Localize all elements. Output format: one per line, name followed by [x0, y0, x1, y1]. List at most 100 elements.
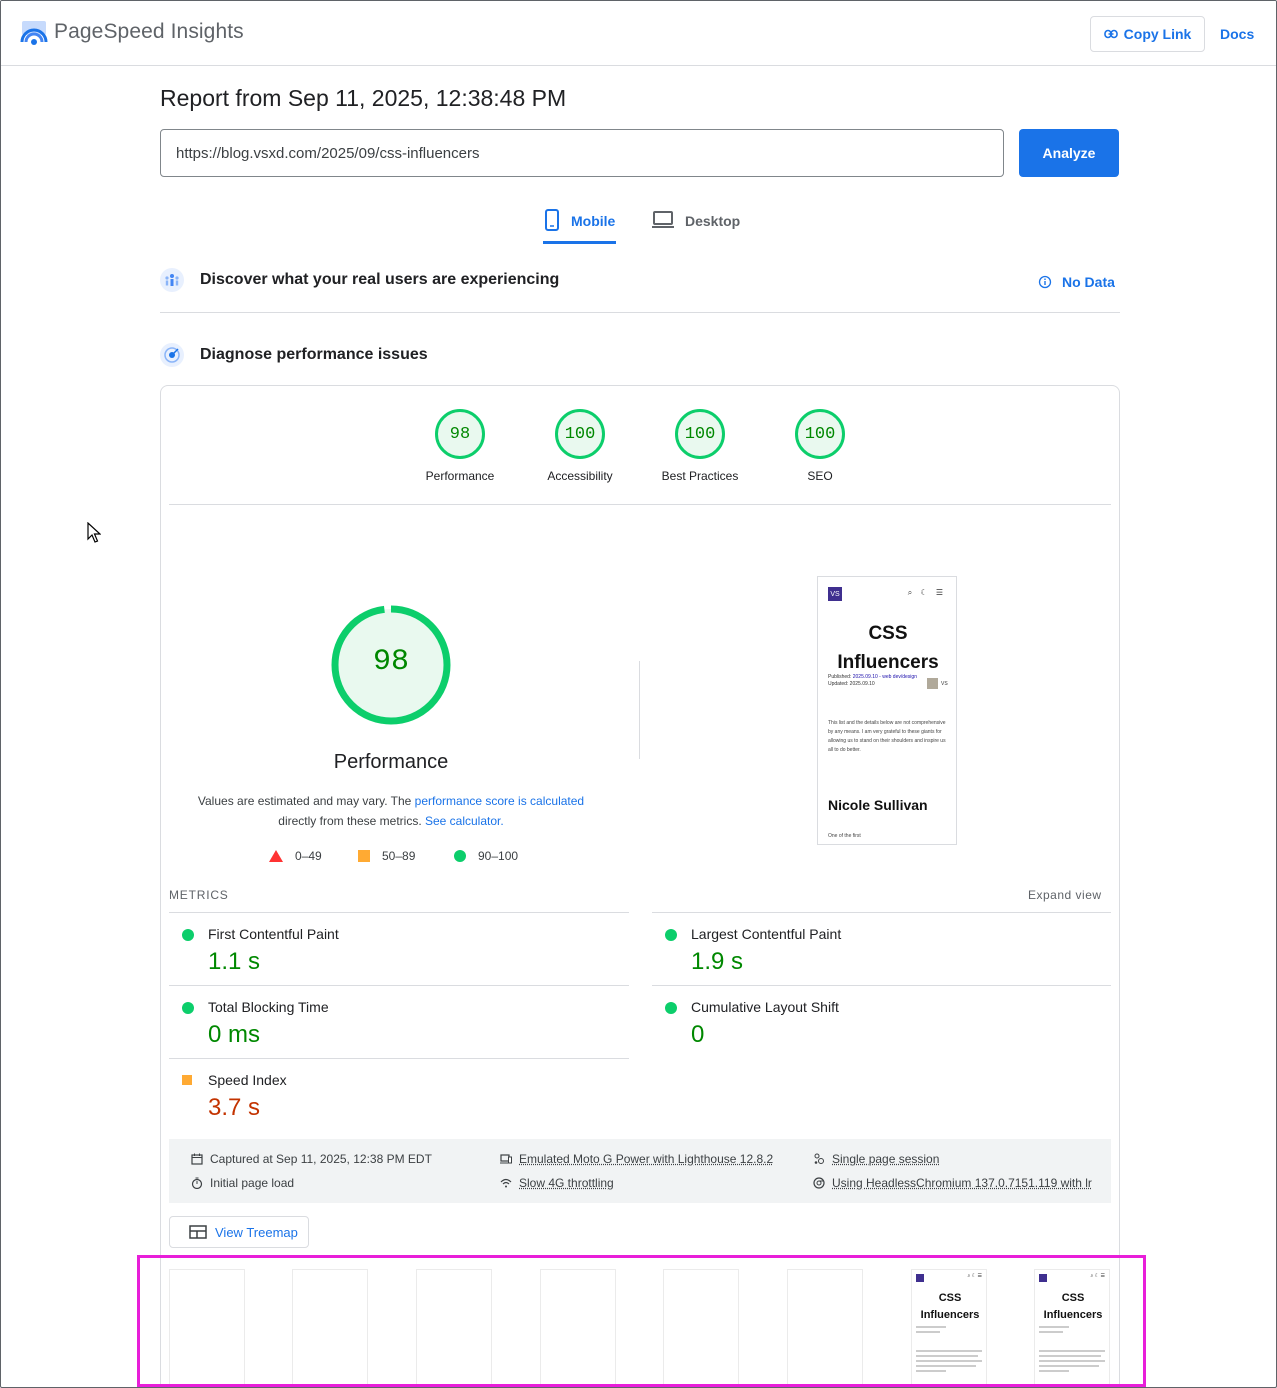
metric-value: 3.7 s — [208, 1094, 261, 1121]
info-icon — [1038, 275, 1052, 289]
gauges-divider — [169, 504, 1111, 505]
copy-link-label: Copy Link — [1123, 26, 1192, 42]
square-icon — [358, 850, 370, 862]
score-value: 100 — [675, 409, 725, 459]
final-screenshot[interactable]: VS ⌕ ☾ ☰ CSS Influencers Published: 2025… — [817, 576, 957, 845]
good-icon — [182, 929, 194, 941]
top-bar: PageSpeed Insights Copy Link Docs — [1, 1, 1276, 66]
run-browser[interactable]: Using HeadlessChromium 137.0.7151.119 wi… — [813, 1176, 1092, 1190]
no-data-label: No Data — [1062, 274, 1115, 290]
metric-name: First Contentful Paint — [208, 926, 339, 942]
good-icon — [665, 1002, 677, 1014]
vertical-divider — [639, 661, 640, 759]
score-calculated-link[interactable]: performance score is calculated — [415, 794, 584, 808]
laptop-icon — [652, 211, 674, 228]
site-meta: Published: 2025.09.10 - web dev/design U… — [828, 674, 918, 688]
average-icon — [182, 1075, 192, 1085]
tab-mobile[interactable]: Mobile — [543, 206, 616, 244]
legend-poor: 0–49 — [269, 849, 322, 863]
metric-value: 1.1 s — [208, 948, 261, 975]
view-treemap-button[interactable]: View Treemap — [169, 1216, 309, 1248]
browser-text: Using HeadlessChromium 137.0.7151.119 wi… — [832, 1176, 1092, 1190]
run-throttling[interactable]: Slow 4G throttling — [500, 1176, 614, 1190]
real-users-title: Discover what your real users are experi… — [200, 271, 560, 288]
site-toolbar-icons: ⌕ ☾ ☰ — [907, 588, 946, 597]
score-gauge-seo[interactable]: 100 SEO — [760, 409, 880, 483]
tab-desktop-label: Desktop — [685, 213, 741, 229]
expand-view-toggle[interactable]: Expand view — [1028, 888, 1102, 902]
mouse-cursor-icon — [87, 522, 101, 543]
run-emulated[interactable]: Emulated Moto G Power with Lighthouse 12… — [500, 1152, 773, 1166]
run-session[interactable]: Single page session — [813, 1152, 939, 1166]
performance-score: 98 — [372, 645, 409, 679]
timer-icon — [191, 1177, 203, 1189]
metric-divider — [652, 912, 1111, 913]
score-label: Performance — [425, 469, 495, 483]
score-value: 100 — [795, 409, 845, 459]
site-heading: Nicole Sullivan — [828, 797, 928, 813]
performance-description: Values are estimated and may vary. The p… — [191, 791, 591, 831]
treemap-label: View Treemap — [215, 1224, 298, 1240]
score-value: 98 — [435, 409, 485, 459]
filmstrip-highlight-box — [137, 1255, 1146, 1387]
author-initials: VS — [941, 681, 948, 687]
desc-text-2: directly from these metrics. — [278, 814, 425, 828]
score-gauge-accessibility[interactable]: 100 Accessibility — [520, 409, 640, 483]
legend-average: 50–89 — [358, 849, 415, 863]
device-icon — [500, 1154, 512, 1164]
metric-value: 1.9 s — [691, 948, 744, 975]
metric-name: Largest Contentful Paint — [691, 926, 842, 942]
score-label: SEO — [807, 469, 833, 483]
good-icon — [182, 1002, 194, 1014]
tab-desktop[interactable]: Desktop — [651, 206, 740, 244]
url-input[interactable] — [160, 129, 1004, 177]
updated: Updated: 2025.09.10 — [828, 681, 875, 687]
site-title: CSS Influencers — [837, 623, 939, 673]
brand-title[interactable]: PageSpeed Insights — [54, 20, 244, 44]
metrics-label: METRICS — [169, 888, 229, 902]
metric-value: 0 ms — [208, 1021, 261, 1048]
score-label: Best Practices — [661, 469, 739, 483]
session-text: Single page session — [832, 1152, 940, 1166]
treemap-icon — [189, 1225, 207, 1239]
no-data-indicator[interactable]: No Data — [1038, 274, 1115, 290]
performance-title: Performance — [333, 751, 449, 773]
legend-poor-label: 0–49 — [295, 849, 322, 863]
captured-text: Captured at Sep 11, 2025, 12:38 PM EDT — [210, 1152, 432, 1166]
real-users-section-header[interactable]: Discover what your real users are experi… — [160, 268, 559, 292]
metric-value: 0 — [691, 1021, 705, 1048]
diagnose-icon — [160, 343, 184, 367]
diagnose-section-header: Diagnose performance issues — [160, 343, 428, 367]
author-avatar — [927, 678, 938, 689]
triangle-icon — [269, 850, 283, 862]
copy-link-button[interactable]: Copy Link — [1090, 16, 1205, 52]
throttling-text: Slow 4G throttling — [519, 1176, 614, 1190]
analyze-button[interactable]: Analyze — [1019, 129, 1119, 177]
score-gauge-best-practices[interactable]: 100 Best Practices — [640, 409, 760, 483]
good-icon — [665, 929, 677, 941]
users-icon — [160, 268, 184, 292]
site-logo: VS — [828, 587, 842, 601]
desc-text: Values are estimated and may vary. The — [197, 794, 415, 808]
wifi-icon — [500, 1178, 512, 1188]
metric-divider — [652, 985, 1111, 986]
published-label: Published: — [828, 674, 853, 680]
category: - web dev/design — [877, 674, 917, 680]
calendar-icon — [191, 1153, 203, 1165]
chrome-icon — [813, 1177, 825, 1189]
see-calculator-link[interactable]: See calculator. — [425, 814, 504, 828]
score-value: 100 — [555, 409, 605, 459]
metric-divider — [169, 1058, 629, 1059]
pagespeed-logo-icon[interactable] — [20, 20, 48, 46]
score-gauge-performance[interactable]: 98 Performance — [400, 409, 520, 483]
link-icon — [1103, 29, 1118, 39]
score-label: Accessibility — [547, 469, 613, 483]
report-title: Report from Sep 11, 2025, 12:38:48 PM — [160, 85, 567, 111]
tab-mobile-label: Mobile — [571, 213, 616, 229]
published-date: 2025.09.10 — [852, 674, 878, 680]
diagnose-title: Diagnose performance issues — [200, 346, 428, 363]
site-footer-text: One of the first — [828, 833, 861, 839]
run-initial-load: Initial page load — [191, 1176, 294, 1190]
legend-good-label: 90–100 — [478, 849, 519, 863]
docs-link[interactable]: Docs — [1220, 26, 1254, 42]
